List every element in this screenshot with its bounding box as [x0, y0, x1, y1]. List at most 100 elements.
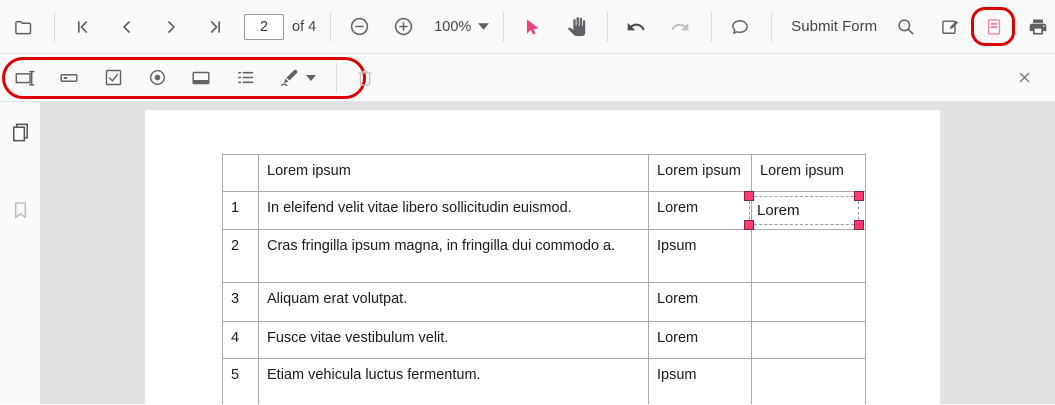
table-header-row: Lorem ipsum Lorem ipsum Lorem ipsum — [222, 154, 866, 192]
search-button[interactable] — [891, 12, 921, 42]
toolbar-separator — [711, 11, 713, 42]
thumbnails-panel-button[interactable] — [6, 118, 34, 146]
annotate-edit-icon — [942, 19, 959, 34]
previous-page-button[interactable] — [112, 12, 142, 42]
checkbox-icon — [105, 69, 121, 86]
undo-icon — [627, 22, 646, 30]
zoom-in-icon — [394, 17, 412, 36]
page-count-label: of 4 — [292, 18, 317, 35]
value-cell: Ipsum — [648, 229, 752, 283]
list-box-tool-button[interactable] — [230, 63, 260, 93]
first-page-button[interactable] — [68, 12, 98, 42]
text-field-icon — [15, 70, 35, 86]
read-only-field-icon — [60, 73, 78, 82]
zoom-level-dropdown[interactable]: 100% — [432, 19, 491, 35]
value-cell: Lorem — [648, 191, 752, 230]
radio-button-tool-button[interactable] — [142, 63, 172, 93]
toolbar-separator — [503, 11, 505, 42]
annotate-button[interactable] — [935, 12, 965, 42]
sidebar-toggle-button[interactable] — [8, 12, 38, 42]
header-cell: Lorem ipsum — [258, 154, 649, 192]
chevron-down-icon — [478, 23, 490, 30]
main-toolbar: of 4 100% Submit Form — [0, 0, 1055, 54]
header-cell: Lorem ipsum — [648, 154, 752, 192]
value-cell: Ipsum — [648, 358, 752, 404]
form-field-cell — [751, 358, 866, 404]
trash-icon — [358, 70, 372, 86]
row-number-cell: 3 — [222, 282, 259, 322]
row-number-cell: 5 — [222, 358, 259, 404]
zoom-level-label: 100% — [434, 18, 472, 35]
combo-box-icon — [192, 71, 210, 84]
header-cell — [222, 154, 259, 192]
zoom-in-button[interactable] — [388, 12, 418, 42]
bookmarks-panel-button[interactable] — [6, 196, 34, 224]
redo-icon — [671, 22, 689, 30]
toolbar-separator — [607, 11, 609, 42]
toolbar-right-group — [891, 6, 1055, 46]
form-field-cell — [751, 282, 866, 322]
header-cell: Lorem ipsum — [751, 154, 866, 192]
chevron-down-icon — [305, 74, 316, 81]
bookmark-icon — [14, 201, 26, 218]
combo-box-tool-button[interactable] — [186, 63, 216, 93]
list-box-icon — [237, 71, 253, 84]
description-cell: Cras fringilla ipsum magna, in fringilla… — [258, 229, 649, 283]
select-tool-button[interactable] — [517, 12, 547, 42]
description-cell: Aliquam erat volutpat. — [258, 282, 649, 322]
signature-tool-button[interactable] — [274, 63, 320, 93]
next-page-button[interactable] — [156, 12, 186, 42]
text-field-tool-button[interactable] — [10, 63, 40, 93]
toolbar-separator — [336, 62, 337, 93]
close-form-toolbar-button[interactable] — [1009, 63, 1039, 93]
left-panel-strip — [0, 102, 40, 404]
radio-button-icon — [149, 70, 165, 85]
undo-button[interactable] — [621, 12, 651, 42]
hand-tool-icon — [567, 17, 585, 36]
print-button[interactable] — [1023, 12, 1053, 42]
table-row: 2 Cras fringilla ipsum magna, in fringil… — [222, 229, 866, 283]
pdf-page[interactable]: Lorem ipsum Lorem ipsum Lorem ipsum 1 In… — [145, 110, 940, 404]
table-row: 4 Fusce vitae vestibulum velit. Lorem — [222, 321, 866, 359]
submit-form-button[interactable]: Submit Form — [785, 18, 883, 35]
toolbar-separator — [771, 11, 773, 42]
form-field-value: Lorem — [757, 202, 800, 219]
resize-handle-top-left[interactable] — [744, 191, 754, 201]
value-cell: Lorem — [648, 321, 752, 359]
close-icon — [1019, 72, 1029, 83]
comment-button[interactable] — [725, 12, 755, 42]
form-field-cell — [751, 321, 866, 359]
page-number-input[interactable] — [244, 13, 284, 40]
checkbox-tool-button[interactable] — [98, 63, 128, 93]
selected-form-field[interactable]: Lorem — [744, 191, 864, 230]
delete-field-button[interactable] — [350, 63, 380, 93]
last-page-button[interactable] — [200, 12, 230, 42]
resize-handle-bottom-left[interactable] — [744, 220, 754, 230]
comment-icon — [732, 19, 749, 34]
table-row: 5 Etiam vehicula luctus fermentum. Ipsum — [222, 358, 866, 404]
redo-button[interactable] — [665, 12, 695, 42]
resize-handle-bottom-right[interactable] — [854, 220, 864, 230]
print-icon — [1029, 19, 1047, 34]
form-tools-button[interactable] — [971, 6, 1016, 46]
read-only-field-tool-button[interactable] — [54, 63, 84, 93]
row-number-cell: 4 — [222, 321, 259, 359]
zoom-out-icon — [350, 17, 368, 36]
first-page-icon — [78, 20, 88, 33]
select-cursor-icon — [527, 18, 539, 35]
toolbar-separator — [330, 11, 332, 42]
form-tools-toolbar — [0, 54, 1055, 102]
viewer-area: Lorem ipsum Lorem ipsum Lorem ipsum 1 In… — [0, 102, 1055, 404]
resize-handle-top-right[interactable] — [854, 191, 864, 201]
row-number-cell: 1 — [222, 191, 259, 230]
hand-tool-button[interactable] — [561, 12, 591, 42]
search-icon — [898, 18, 914, 34]
row-number-cell: 2 — [222, 229, 259, 283]
description-cell: Etiam vehicula luctus fermentum. — [258, 358, 649, 404]
table-row: 3 Aliquam erat volutpat. Lorem — [222, 282, 866, 322]
next-page-icon — [168, 20, 175, 33]
description-cell: In eleifend velit vitae libero sollicitu… — [258, 191, 649, 230]
zoom-out-button[interactable] — [344, 12, 374, 42]
last-page-icon — [210, 20, 220, 33]
form-field-cell — [751, 229, 866, 283]
